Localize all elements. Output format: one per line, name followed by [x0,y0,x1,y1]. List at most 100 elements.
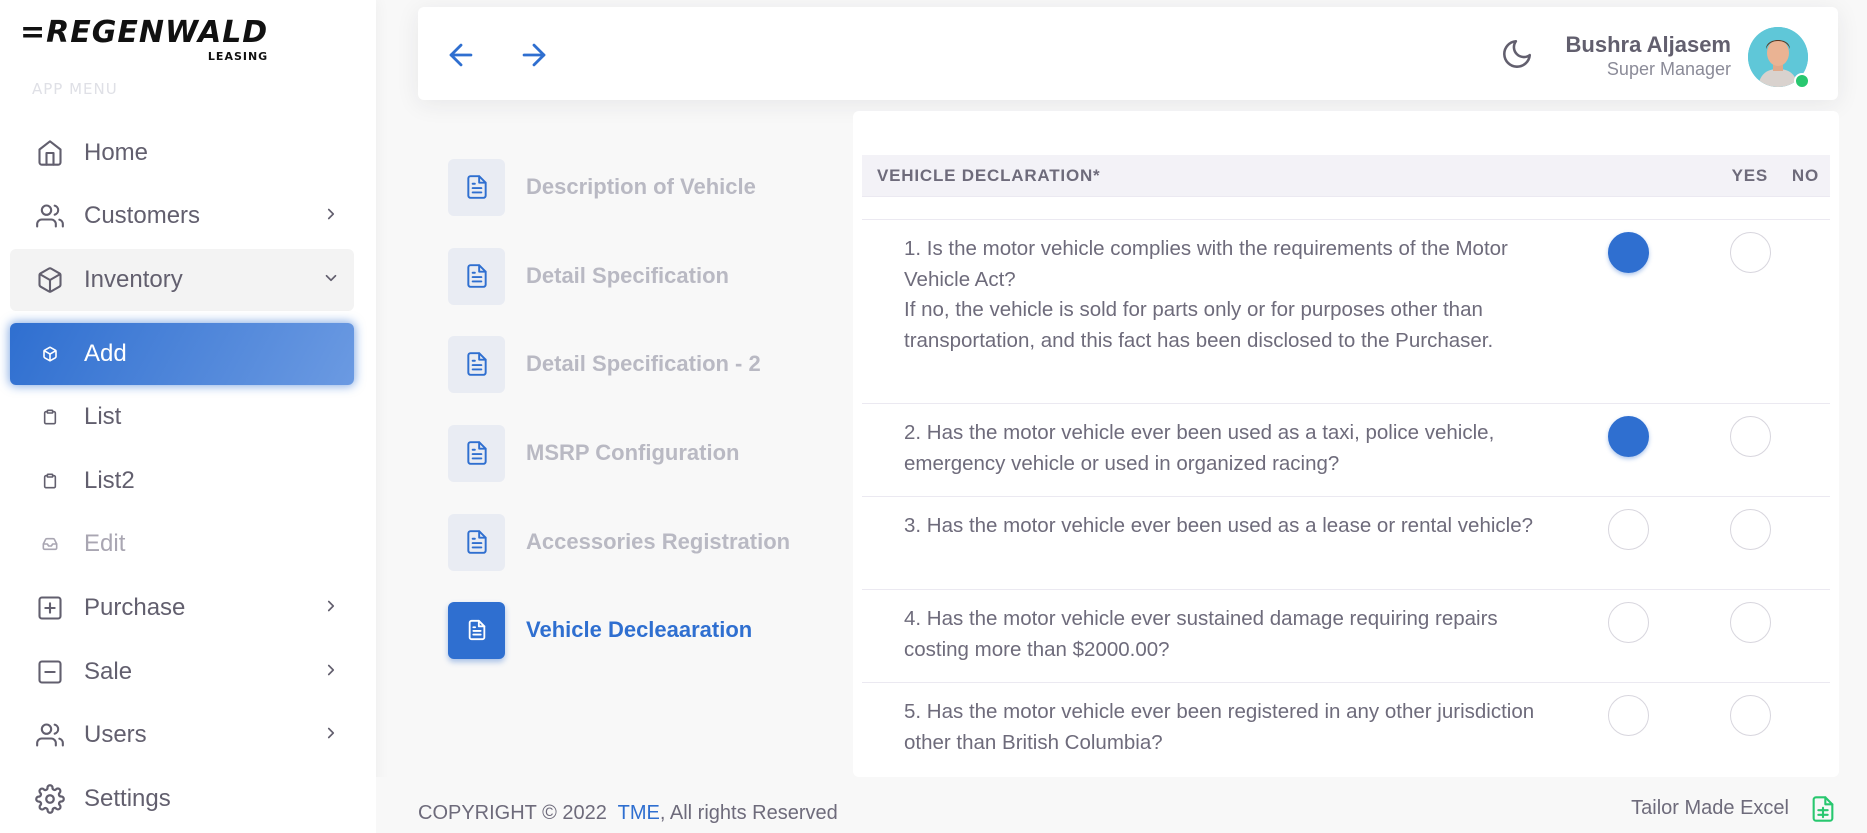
no-radio[interactable] [1730,416,1771,457]
table-header: VEHICLE DECLARATION* YES NO [862,155,1830,197]
column-header-declaration: VEHICLE DECLARATION* [877,165,1101,185]
sidebar-item-label: Inventory [84,266,183,293]
step-label: Detail Specification - 2 [526,351,761,376]
chevron-right-icon [322,205,340,227]
step-detail-specification-2[interactable]: Detail Specification - 2 [448,335,761,393]
sidebar: =REGENWALD LEASING APP MENU Home Custome… [0,0,376,833]
table-row: 5. Has the motor vehicle ever been regis… [862,682,1830,777]
gear-icon [30,784,70,814]
column-header-no: NO [1791,165,1819,185]
no-radio[interactable] [1730,232,1771,273]
excel-file-icon [1809,793,1837,829]
no-radio[interactable] [1730,509,1771,550]
question-text: 2. Has the motor vehicle ever been used … [904,421,1495,475]
sidebar-item-label: List [84,403,122,430]
file-text-icon [448,158,505,216]
sidebar-item-label: Home [84,139,149,166]
sidebar-item-label: Users [84,721,147,748]
clipboard-icon [30,409,70,425]
sidebar-item-add[interactable]: Add [10,323,354,385]
table-row: 3. Has the motor vehicle ever been used … [862,496,1830,589]
copyright-text: COPYRIGHT © 2022 TME, All rights Reserve… [418,802,838,825]
moon-icon[interactable] [1500,37,1534,75]
no-radio[interactable] [1730,602,1771,643]
sidebar-item-edit[interactable]: Edit [10,513,354,575]
column-header-yes: YES [1731,165,1768,185]
file-text-icon [448,247,505,305]
yes-radio[interactable] [1608,509,1649,550]
chevron-right-icon [322,724,340,746]
users-icon [30,721,70,749]
no-radio[interactable] [1730,695,1771,736]
users-icon [30,202,70,230]
sidebar-item-label: Add [84,340,127,367]
yes-radio[interactable] [1608,695,1649,736]
yes-radio[interactable] [1608,232,1649,273]
question-text: 5. Has the motor vehicle ever been regis… [904,700,1535,754]
arrow-right-icon[interactable] [514,35,554,75]
top-navbar: Bushra Aljasem Super Manager [418,7,1838,100]
question-text: 4. Has the motor vehicle ever sustained … [904,607,1498,661]
copyright-prefix: COPYRIGHT © 2022 [418,802,607,824]
copyright-suffix: , All rights Reserved [659,802,838,824]
sidebar-item-label: Settings [84,785,171,812]
question-text: 3. Has the motor vehicle ever been used … [904,514,1534,537]
yes-radio[interactable] [1608,602,1649,643]
file-text-icon [448,335,505,393]
file-text-icon [448,424,505,482]
step-label: Detail Specification [526,263,729,288]
step-msrp-configuration[interactable]: MSRP Configuration [448,424,739,482]
table-row: 2. Has the motor vehicle ever been used … [862,403,1830,496]
sidebar-item-users[interactable]: Users [10,704,354,766]
clipboard-icon [30,473,70,489]
chevron-right-icon [322,661,340,683]
arrow-left-icon[interactable] [441,35,481,75]
user-role: Super Manager [1606,59,1731,79]
yes-radio[interactable] [1608,416,1649,457]
step-vehicle-declaration[interactable]: Vehicle Decleaaration [448,601,752,659]
chevron-down-icon [322,269,340,291]
sidebar-item-label: Edit [84,530,126,557]
box-icon [30,266,70,294]
question-text-main: 1. Is the motor vehicle complies with th… [904,237,1508,291]
step-label: MSRP Configuration [526,440,740,465]
logo-sub: LEASING [207,50,269,63]
step-description-of-vehicle[interactable]: Description of Vehicle [448,158,756,216]
footer: COPYRIGHT © 2022 TME, All rights Reserve… [376,777,1867,833]
sidebar-item-label: Customers [84,202,201,229]
table-row: 1. Is the motor vehicle complies with th… [862,219,1830,403]
sidebar-item-purchase[interactable]: Purchase [10,577,354,639]
user-name[interactable]: Bushra Aljasem [1566,32,1731,58]
cube-icon [30,346,70,362]
logo-main: =REGENWALD [20,15,269,50]
made-by-text: Tailor Made Excel [1631,797,1789,819]
sidebar-item-inventory[interactable]: Inventory [10,249,354,311]
menu-header: APP MENU [32,80,118,98]
sidebar-item-list[interactable]: List [10,386,354,448]
sidebar-item-label: List2 [84,467,135,494]
logo[interactable]: =REGENWALD LEASING [20,15,269,64]
minus-square-icon [30,658,70,686]
home-icon [30,139,70,167]
step-label: Vehicle Decleaaration [526,617,753,642]
sidebar-item-home[interactable]: Home [10,122,354,184]
question-text: 1. Is the motor vehicle complies with th… [904,234,1544,356]
sidebar-item-customers[interactable]: Customers [10,185,354,247]
sidebar-item-label: Purchase [84,594,186,621]
sidebar-item-list2[interactable]: List2 [10,450,354,512]
question-text-note: If no, the vehicle is sold for parts onl… [904,298,1494,352]
step-label: Description of Vehicle [526,174,756,199]
copyright-link[interactable]: TME [618,802,660,824]
plus-square-icon [30,594,70,622]
step-detail-specification[interactable]: Detail Specification [448,247,729,305]
file-text-icon [448,601,505,659]
sidebar-item-settings[interactable]: Settings [10,768,354,830]
table-row: 4. Has the motor vehicle ever sustained … [862,589,1830,682]
sidebar-item-sale[interactable]: Sale [10,641,354,703]
inbox-icon [30,536,70,552]
sidebar-item-label: Sale [84,658,133,685]
step-label: Accessories Registration [526,529,791,554]
step-accessories-registration[interactable]: Accessories Registration [448,513,790,571]
online-status-badge [1794,73,1810,89]
chevron-right-icon [322,597,340,619]
